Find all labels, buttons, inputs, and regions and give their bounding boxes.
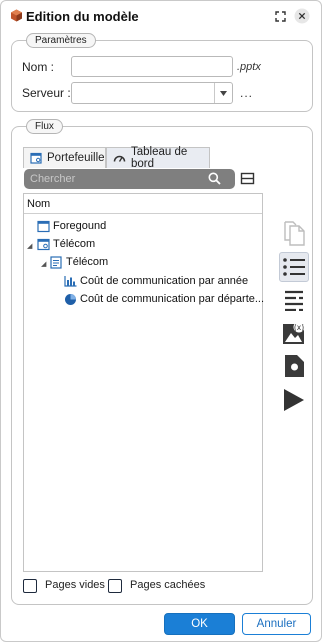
server-label: Serveur :	[22, 86, 71, 100]
page-icon	[36, 237, 50, 251]
tree-item-label: Télécom	[53, 238, 96, 250]
dropdown-arrow-icon	[214, 83, 232, 103]
collapse-all-button[interactable]	[240, 171, 255, 189]
name-input[interactable]	[71, 56, 233, 77]
tree-item-telecom-dashboard[interactable]: Télécom	[49, 254, 108, 270]
pie-chart-icon	[63, 292, 77, 306]
tree-item-label: Télécom	[66, 256, 109, 268]
tree-item-cost-by-department[interactable]: Coût de communication par départe...	[63, 291, 264, 307]
copy-pages-icon	[284, 221, 305, 246]
hidden-pages-label: Pages cachées	[130, 579, 206, 591]
list-button[interactable]	[279, 252, 309, 282]
parameters-legend: Paramètres	[26, 33, 96, 48]
search-icon[interactable]	[208, 172, 221, 188]
ok-button[interactable]: OK	[164, 613, 235, 635]
expand-icon	[274, 10, 286, 22]
cancel-button[interactable]: Annuler	[242, 613, 311, 635]
search-bar[interactable]	[24, 169, 235, 189]
tree-item-label: Foregound	[53, 220, 107, 232]
tab-tableau-de-bord[interactable]: Tableau de bord	[106, 146, 210, 170]
variable-image-icon: (x)	[283, 321, 305, 344]
title-bar: Edition du modèle	[1, 1, 321, 31]
tree-panel: Nom Foregound ◢ Télécom ◢ Télécom Coût d…	[23, 193, 264, 572]
play-button[interactable]	[279, 385, 309, 415]
flux-legend: Flux	[26, 119, 63, 134]
portfolio-icon	[30, 152, 42, 164]
tree-item-cost-by-year[interactable]: Coût de communication par année	[63, 273, 248, 289]
file-extension: .pptx	[237, 61, 261, 73]
play-icon	[284, 389, 304, 411]
text-lines-button[interactable]	[279, 285, 309, 315]
tree-item-telecom-folder[interactable]: Télécom	[36, 236, 95, 252]
variable-image-button[interactable]: (x)	[279, 318, 309, 348]
tab-portefeuille-label: Portefeuille	[47, 152, 105, 164]
expand-arrow-icon[interactable]: ◢	[41, 260, 46, 268]
tab-portefeuille[interactable]: Portefeuille	[23, 147, 106, 168]
expand-arrow-icon[interactable]: ◢	[27, 242, 32, 250]
parameters-group: Paramètres Nom : .pptx Serveur : ...	[11, 33, 313, 112]
browse-server-button[interactable]: ...	[240, 86, 253, 100]
flux-group: Flux Portefeuille Tableau de bord Cherch…	[11, 119, 313, 605]
close-button[interactable]	[293, 7, 311, 25]
name-label: Nom :	[22, 60, 55, 74]
template-editor-dialog: Edition du modèle Paramètres Nom : .pptx…	[0, 0, 322, 642]
svg-text:(x): (x)	[294, 323, 304, 332]
record-button[interactable]	[279, 351, 309, 381]
maximize-button[interactable]	[271, 7, 289, 25]
collapse-icon	[240, 172, 255, 185]
app-logo-icon	[10, 9, 23, 22]
window-title: Edition du modèle	[26, 9, 139, 24]
tree-item-label: Coût de communication par année	[80, 275, 249, 287]
hidden-pages-checkbox[interactable]	[108, 579, 122, 593]
empty-pages-label: Pages vides	[45, 579, 105, 591]
close-icon	[294, 8, 310, 24]
server-select[interactable]	[71, 82, 233, 104]
gauge-icon	[113, 153, 126, 163]
tree-item-label: Coût de communication par départe...	[80, 293, 265, 305]
tab-tableau-de-bord-label: Tableau de bord	[131, 146, 188, 170]
document-icon	[49, 255, 63, 269]
copy-pages-button[interactable]	[279, 219, 309, 249]
tree-item-foregound[interactable]: Foregound	[36, 218, 106, 234]
list-icon	[283, 258, 305, 276]
empty-pages-checkbox[interactable]	[23, 579, 37, 593]
page-icon	[36, 219, 50, 233]
record-icon	[285, 355, 304, 377]
text-lines-icon	[285, 290, 303, 311]
search-input[interactable]	[30, 171, 190, 187]
bar-chart-icon	[63, 274, 77, 288]
column-header-nom[interactable]: Nom	[24, 194, 262, 214]
